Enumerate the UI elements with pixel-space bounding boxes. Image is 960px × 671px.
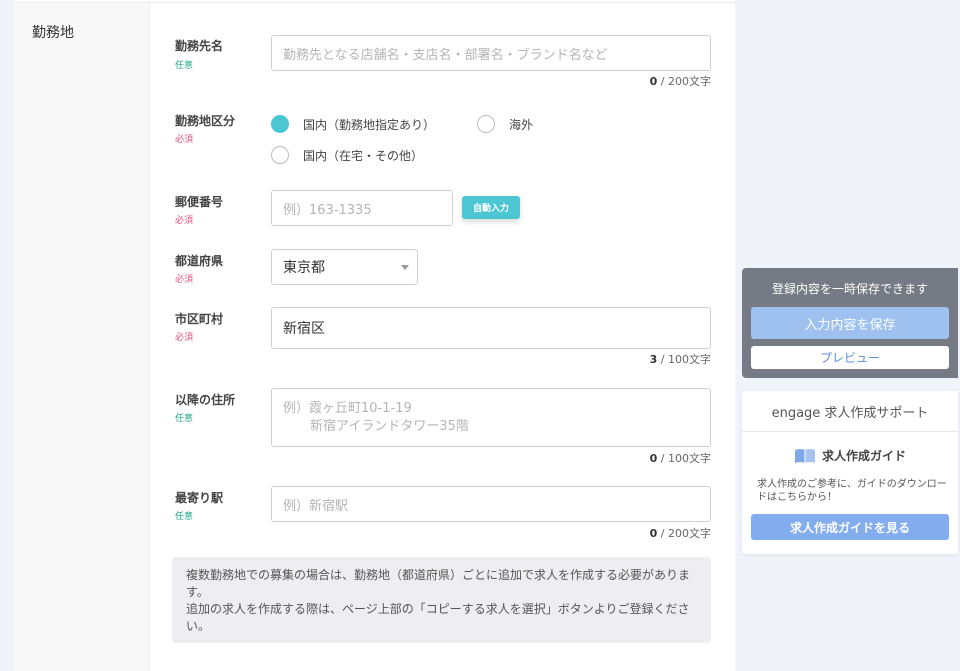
radio-label: 海外 [509,117,534,132]
address-placeholder-line2: 新宿アイランドタワー35階 [310,418,469,434]
optional-tag: 任意 [175,414,194,424]
save-button[interactable]: 入力内容を保存 [751,307,949,339]
support-panel-title: engage 求人作成サポート [771,406,929,421]
required-tag: 必須 [175,216,194,226]
radio-unselected-icon [477,115,495,133]
char-limit: / 200文字 [657,75,711,88]
char-limit: / 100文字 [657,353,711,366]
prefecture-select[interactable]: 東京都 [271,249,418,285]
save-panel-title: 登録内容を一時保存できます [771,282,928,296]
save-panel: 登録内容を一時保存できます 入力内容を保存 プレビュー [742,268,958,378]
section-title: 勤務地 [32,25,74,41]
radio-label: 国内（勤務地指定あり） [303,117,436,132]
station-placeholder: 例）新宿駅 [283,498,349,514]
station-input[interactable]: 例）新宿駅 [271,486,711,522]
city-label: 市区町村 [175,312,224,326]
preview-button[interactable]: プレビュー [751,346,949,369]
city-counter: 3 / 100文字 [591,351,711,367]
info-note: 複数勤務地での募集の場合は、勤務地（都道府県）ごとに追加で求人を作成する必要があ… [172,557,711,643]
view-guide-button[interactable]: 求人作成ガイドを見る [751,514,949,540]
guide-title: 求人作成ガイド [821,449,906,463]
postal-code-placeholder: 例）163-1335 [283,202,372,218]
divider [742,431,958,432]
required-tag: 必須 [175,333,194,343]
optional-tag: 任意 [175,512,194,522]
station-label: 最寄り駅 [175,491,224,505]
address-counter: 0 / 100文字 [591,450,711,466]
chevron-down-icon [401,265,409,270]
auto-fill-button[interactable]: 自動入力 [462,196,520,219]
city-input[interactable]: 新宿区 [271,307,711,349]
radio-overseas[interactable]: 海外 [477,115,533,133]
radio-domestic-specified[interactable]: 国内（勤務地指定あり） [271,115,435,133]
address-textarea[interactable]: 例）霞ヶ丘町10-1-19 新宿アイランドタワー35階 [271,388,711,447]
note-line-1: 複数勤務地での募集の場合は、勤務地（都道府県）ごとに追加で求人を作成する必要があ… [186,568,691,599]
char-limit: / 200文字 [657,527,711,540]
address-label: 以降の住所 [175,393,236,407]
book-icon [794,448,815,463]
char-limit: / 100文字 [657,452,711,465]
workplace-name-counter: 0 / 200文字 [591,73,711,89]
main-card: 勤務地 勤務先名 任意 勤務先となる店舗名・支店名・部署名・ブランド名など 0 … [14,0,735,671]
workplace-name-input[interactable]: 勤務先となる店舗名・支店名・部署名・ブランド名など [271,35,711,71]
workplace-type-label: 勤務地区分 [175,114,236,128]
required-tag: 必須 [175,135,194,145]
radio-unselected-icon [271,146,289,164]
prefecture-value: 東京都 [283,260,325,276]
support-panel: engage 求人作成サポート 求人作成ガイド 求人作成のご参考に、ガイドのダウ… [742,391,958,554]
prefecture-label: 都道府県 [175,254,224,268]
workplace-name-label: 勤務先名 [175,39,224,53]
city-value: 新宿区 [283,321,325,337]
address-placeholder-line1: 例）霞ヶ丘町10-1-19 [283,400,412,416]
workplace-name-placeholder: 勤務先となる店舗名・支店名・部署名・ブランド名など [283,47,608,63]
section-header-column: 勤務地 [14,3,150,671]
radio-label: 国内（在宅・その他） [303,148,424,163]
radio-domestic-remote[interactable]: 国内（在宅・その他） [271,146,423,164]
optional-tag: 任意 [175,61,194,71]
station-counter: 0 / 200文字 [591,525,711,541]
postal-code-input[interactable]: 例）163-1335 [271,190,453,226]
radio-selected-icon [271,115,289,133]
guide-heading: 求人作成ガイド [742,447,958,464]
required-tag: 必須 [175,275,194,285]
guide-description: 求人作成のご参考に、ガイドのダウンロードはこちらから！ [757,479,947,503]
postal-code-label: 郵便番号 [175,195,224,209]
note-line-2: 追加の求人を作成する際は、ページ上部の「コピーする求人を選択」ボタンよりご登録く… [186,602,690,633]
